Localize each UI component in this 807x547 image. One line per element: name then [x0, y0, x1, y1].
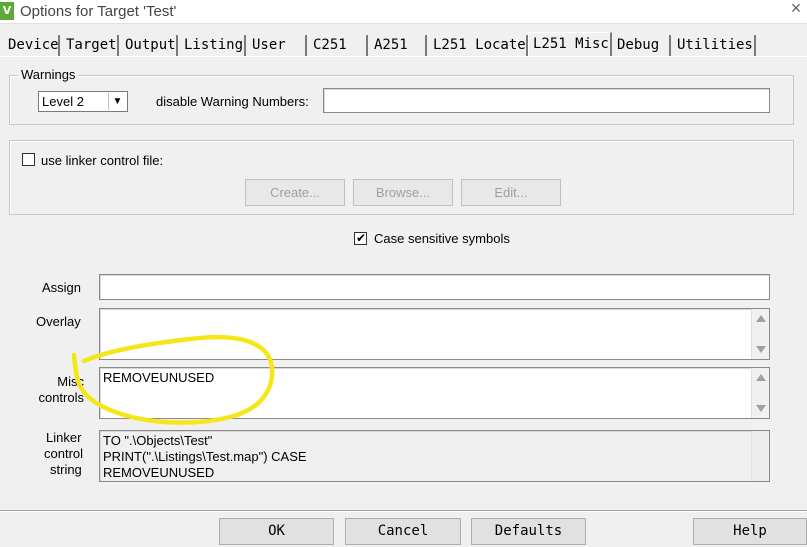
case-sensitive-checkbox[interactable]: ✔: [354, 231, 367, 245]
bottom-divider-highlight: [0, 511, 807, 512]
linker-string-line: TO ".\Objects\Test": [103, 433, 213, 448]
help-button[interactable]: Help: [693, 518, 807, 545]
misc-controls-label-line1: Misc: [57, 374, 84, 389]
scroll-up-icon[interactable]: [756, 374, 766, 381]
disable-warnings-label: disable Warning Numbers:: [156, 94, 309, 109]
misc-controls-value: REMOVEUNUSED: [103, 370, 215, 385]
linker-string-label-line3: string: [50, 462, 82, 477]
tab-l251-misc[interactable]: L251 Misc: [528, 32, 612, 57]
create-button[interactable]: Create...: [245, 179, 345, 206]
use-linker-control-file-checkbox[interactable]: [22, 153, 35, 166]
scroll-down-icon[interactable]: [756, 405, 766, 412]
tab-a251[interactable]: A251: [370, 35, 427, 57]
case-sensitive-label: Case sensitive symbols: [374, 231, 510, 246]
tab-c251[interactable]: C251: [309, 35, 368, 57]
warning-level-select[interactable]: Level 2 ▼: [38, 91, 128, 112]
tab-target[interactable]: Target: [62, 35, 119, 57]
keil-uvision-icon: V: [0, 2, 14, 20]
linker-control-string: TO ".\Objects\Test" PRINT(".\Listings\Te…: [99, 430, 770, 482]
edit-button[interactable]: Edit...: [461, 179, 561, 206]
title-bar: V Options for Target 'Test' ×: [0, 0, 807, 24]
scroll-up-icon[interactable]: [756, 315, 766, 322]
window-title: Options for Target 'Test': [20, 3, 177, 20]
linker-string-label-line1: Linker: [46, 430, 82, 445]
scroll-down-icon[interactable]: [756, 346, 766, 353]
overlay-input[interactable]: [99, 308, 770, 360]
ok-button[interactable]: OK: [219, 518, 334, 545]
defaults-button[interactable]: Defaults: [471, 518, 586, 545]
linker-string-line: PRINT(".\Listings\Test.map") CASE: [103, 449, 307, 464]
tab-utilities[interactable]: Utilities: [673, 35, 756, 57]
overlay-scrollbar[interactable]: [751, 309, 769, 359]
tab-divider: [0, 56, 807, 57]
warning-level-value: Level 2: [42, 94, 84, 109]
misc-controls-input[interactable]: REMOVEUNUSED: [99, 367, 770, 419]
misc-controls-label-line2: controls: [38, 390, 84, 405]
browse-button[interactable]: Browse...: [353, 179, 453, 206]
overlay-label: Overlay: [36, 314, 81, 329]
linker-string-label-line2: control: [44, 446, 84, 461]
tab-debug[interactable]: Debug: [613, 35, 671, 57]
use-linker-control-file-label: use linker control file:: [41, 153, 164, 168]
misc-controls-scrollbar[interactable]: [751, 368, 769, 418]
close-icon[interactable]: ×: [785, 0, 807, 20]
assign-input[interactable]: [99, 274, 770, 300]
tab-device[interactable]: Device: [4, 35, 60, 57]
checkmark-icon: ✔: [356, 231, 367, 245]
warnings-group-label: Warnings: [18, 67, 79, 82]
tab-bar: Device Target Output Listing User C251 A…: [0, 32, 807, 57]
tab-l251-locate[interactable]: L251 Locate: [429, 35, 528, 57]
linker-string-line: REMOVEUNUSED: [103, 465, 215, 480]
tab-output[interactable]: Output: [121, 35, 178, 57]
disable-warnings-input[interactable]: [323, 88, 770, 113]
tab-user[interactable]: User: [248, 35, 307, 57]
assign-label: Assign: [42, 280, 82, 295]
tab-listing[interactable]: Listing: [180, 35, 246, 57]
cancel-button[interactable]: Cancel: [345, 518, 461, 545]
chevron-down-icon[interactable]: ▼: [108, 93, 126, 110]
linker-string-scrollbar: [751, 431, 769, 481]
